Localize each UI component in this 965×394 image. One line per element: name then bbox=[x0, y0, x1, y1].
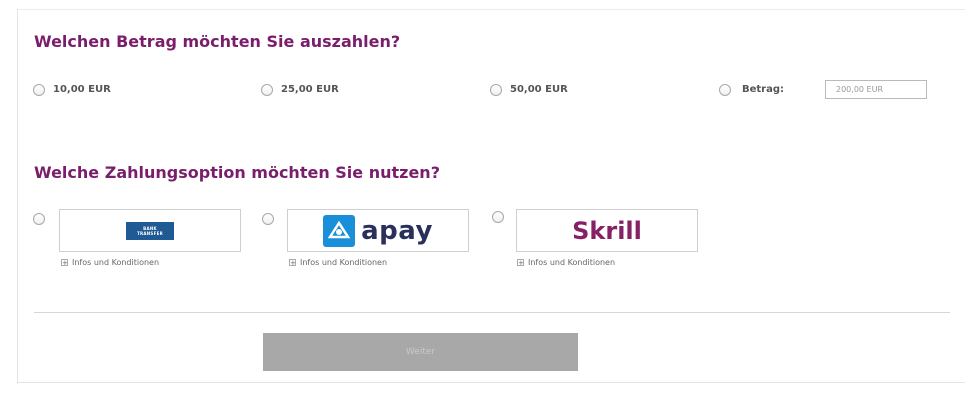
amount-label-10: 10,00 EUR bbox=[53, 84, 111, 95]
apay-mark-icon bbox=[323, 214, 356, 247]
expand-icon: + bbox=[289, 259, 296, 267]
apay-option[interactable]: apay bbox=[287, 209, 469, 252]
info-label: Infos und Konditionen bbox=[528, 258, 616, 267]
info-label: Infos und Konditionen bbox=[72, 258, 160, 267]
apay-info-link[interactable]: + Infos und Konditionen bbox=[289, 258, 387, 267]
payment-heading: Welche Zahlungsoption möchten Sie nutzen… bbox=[34, 163, 440, 182]
amount-radio-10[interactable] bbox=[33, 84, 45, 96]
amount-label-custom: Betrag: bbox=[742, 84, 785, 95]
bank-transfer-logo: BANK TRANSFER bbox=[126, 221, 174, 240]
custom-amount-input[interactable] bbox=[825, 80, 927, 99]
amount-radio-50[interactable] bbox=[490, 84, 502, 96]
panel-bottom-border bbox=[17, 382, 965, 383]
skrill-logo: Skrill bbox=[572, 216, 642, 245]
payment-radio-skrill[interactable] bbox=[492, 211, 504, 223]
continue-button[interactable]: Weiter bbox=[263, 333, 578, 371]
bank-logo-line-2: TRANSFER bbox=[136, 230, 164, 236]
apay-logo-text: apay bbox=[361, 215, 433, 246]
bank-transfer-option[interactable]: BANK TRANSFER bbox=[59, 209, 241, 252]
amount-radio-25[interactable] bbox=[261, 84, 273, 96]
section-divider bbox=[34, 312, 950, 313]
amount-radio-custom[interactable] bbox=[719, 84, 731, 96]
expand-icon: + bbox=[517, 259, 524, 267]
amount-label-50: 50,00 EUR bbox=[510, 84, 568, 95]
payment-radio-bank-transfer[interactable] bbox=[33, 213, 45, 225]
amount-label-25: 25,00 EUR bbox=[281, 84, 339, 95]
skrill-info-link[interactable]: + Infos und Konditionen bbox=[517, 258, 615, 267]
skrill-option[interactable]: Skrill bbox=[516, 209, 698, 252]
payment-radio-apay[interactable] bbox=[262, 213, 274, 225]
expand-icon: + bbox=[61, 259, 68, 267]
payout-form-panel bbox=[17, 9, 965, 384]
bank-transfer-info-link[interactable]: + Infos und Konditionen bbox=[61, 258, 159, 267]
apay-logo: apay bbox=[323, 214, 433, 247]
amount-heading: Welchen Betrag möchten Sie auszahlen? bbox=[34, 32, 401, 51]
info-label: Infos und Konditionen bbox=[300, 258, 388, 267]
